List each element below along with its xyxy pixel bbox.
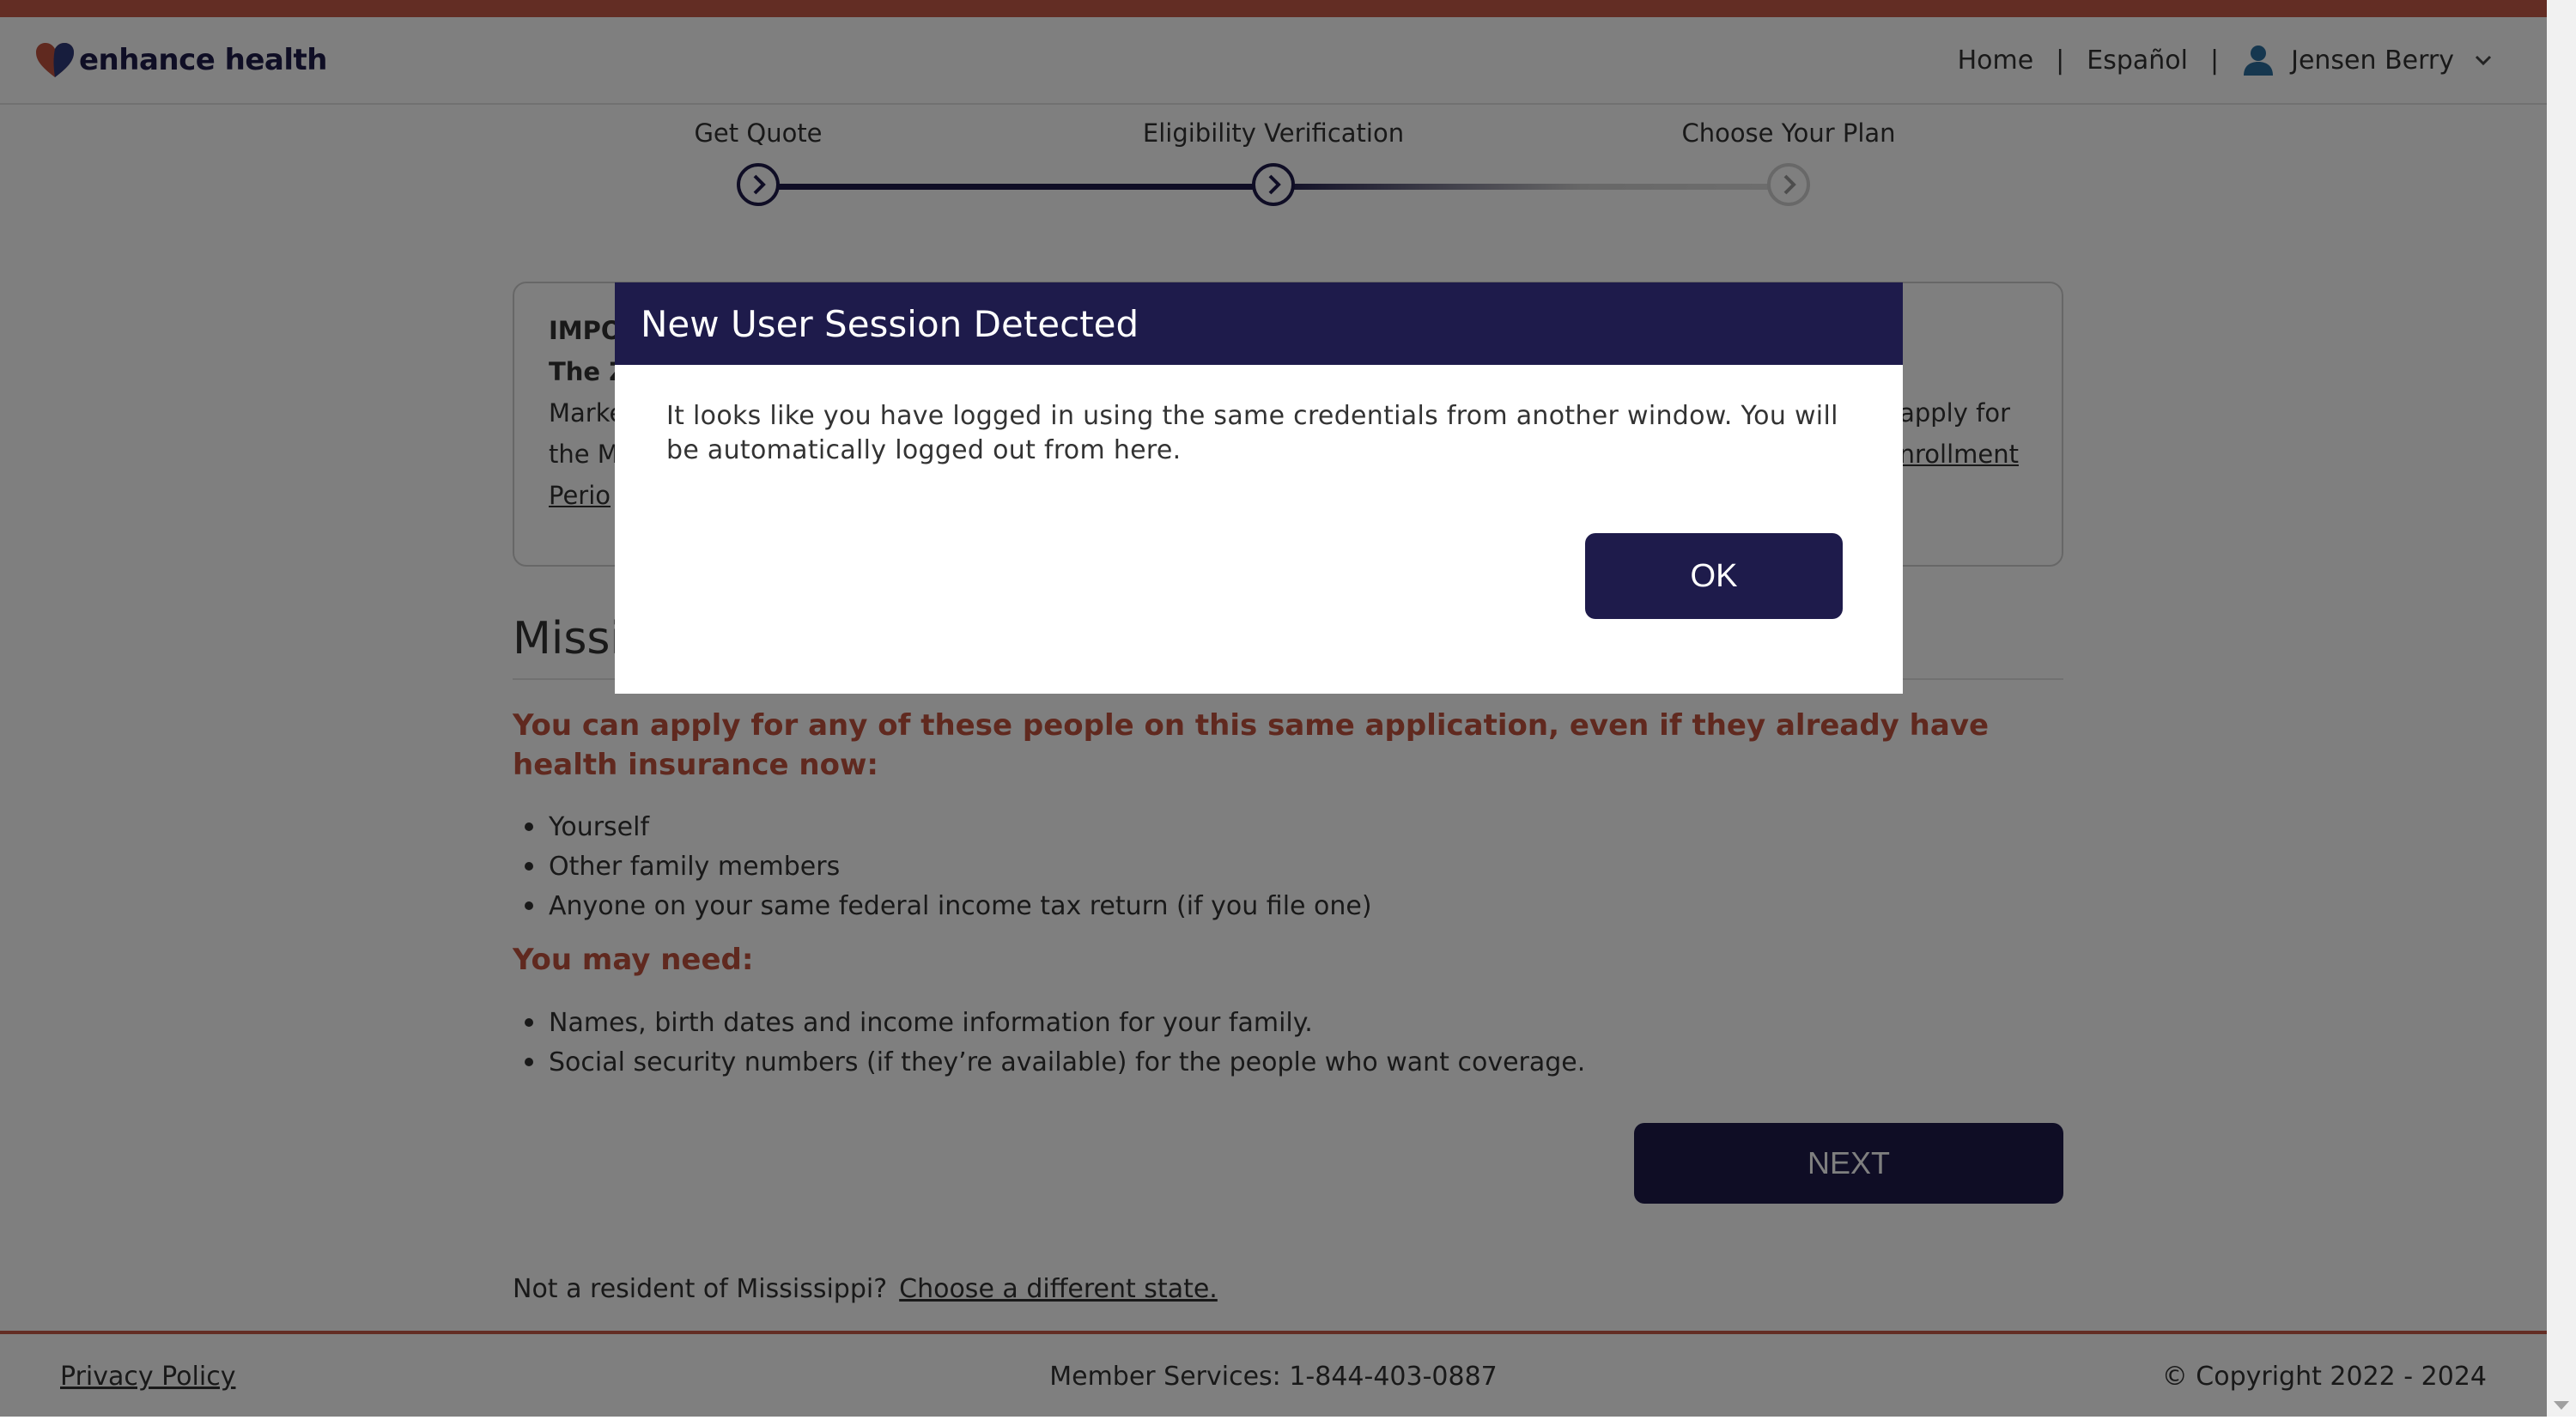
modal-message: It looks like you have logged in using t…: [666, 401, 1838, 465]
session-modal: New User Session Detected It looks like …: [615, 282, 1903, 694]
modal-backdrop: [0, 0, 2547, 1417]
modal-header: New User Session Detected: [615, 282, 1903, 365]
modal-title: New User Session Detected: [641, 302, 1139, 345]
page-scrollbar[interactable]: [2547, 0, 2576, 1417]
ok-button[interactable]: OK: [1585, 533, 1843, 619]
scroll-down-arrow-icon[interactable]: [2554, 1401, 2569, 1410]
